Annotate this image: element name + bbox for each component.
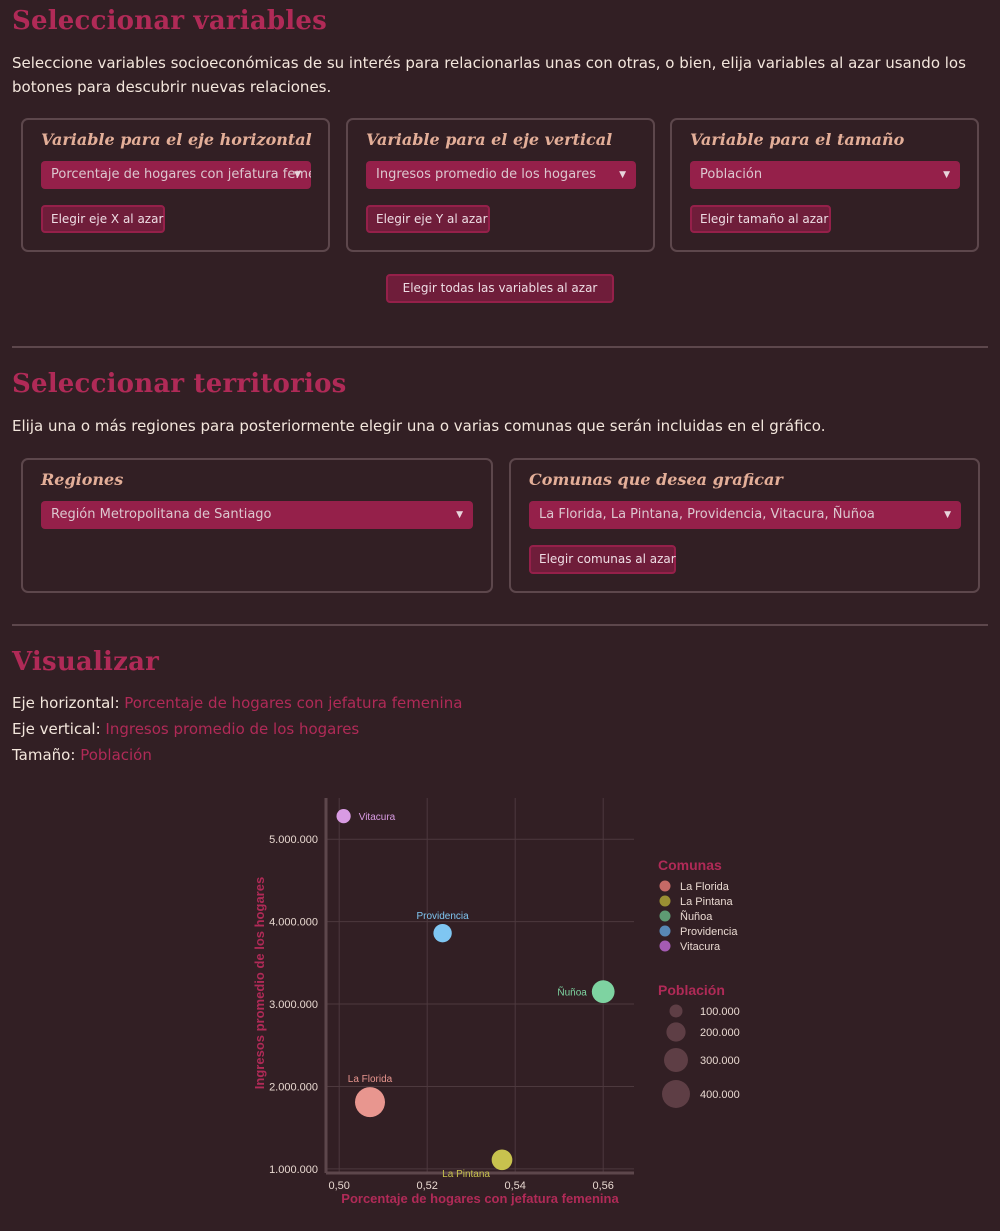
color-legend-title: Comunas [658,857,722,873]
y-tick-label: 2.000.000 [269,1081,318,1093]
size-summary: Tamaño: Población [12,746,152,764]
size-legend-swatch [662,1080,690,1108]
size-variable-label: Variable para el tamaño [690,130,905,149]
y-variable-value: Ingresos promedio de los hogares [376,167,596,182]
data-label: La Florida [348,1074,393,1085]
data-point [491,1149,513,1171]
data-label: Vitacura [359,812,396,823]
points-layer: La Florida La Pintana Ñuñoa Providencia Vita… [336,809,615,1180]
random-y-button[interactable]: Elegir eje Y al azar [366,205,490,233]
color-legend-swatch [659,940,671,952]
y-variable-panel: Variable para el eje vertical Ingresos p… [346,118,655,252]
random-size-button[interactable]: Elegir tamaño al azar [690,205,831,233]
comunas-select[interactable]: La Florida, La Pintana, Providencia, Vit… [529,501,961,529]
x-variable-value: Porcentaje de hogares con jefatura femen… [51,167,311,182]
data-point [355,1087,385,1118]
regions-label: Regiones [41,470,124,489]
size-variable-panel: Variable para el tamaño Población ▼ Eleg… [670,118,979,252]
comunas-value: La Florida, La Pintana, Providencia, Vit… [539,507,875,522]
data-label: Providencia [416,911,469,922]
section-title-territories: Seleccionar territorios [12,369,347,399]
x-variable-label: Variable para el eje horizontal [41,130,312,149]
size-legend-label: 200.000 [700,1027,740,1039]
size-legend-label: 400.000 [700,1089,740,1101]
divider [12,624,988,626]
y-axis-summary-value: Ingresos promedio de los hogares [105,720,360,738]
size-summary-value: Población [80,746,152,764]
regions-panel: Regiones Región Metropolitana de Santiag… [21,458,493,593]
size-legend-label: 300.000 [700,1055,740,1067]
x-axis-title: Porcentaje de hogares con jefatura femen… [341,1191,619,1206]
x-axis-summary-label: Eje horizontal: [12,694,120,712]
x-axis-summary: Eje horizontal: Porcentaje de hogares co… [12,694,462,712]
color-legend-swatch [659,880,671,892]
color-legend-label: Providencia [680,926,738,938]
color-legend-swatch [659,910,671,922]
size-legend-label: 100.000 [700,1006,740,1018]
color-legend-swatch [659,925,671,937]
y-axis-summary: Eje vertical: Ingresos promedio de los h… [12,720,359,738]
regions-select[interactable]: Región Metropolitana de Santiago ▼ [41,501,473,529]
color-legend-label: Vitacura [680,941,721,953]
size-legend-title: Población [658,982,725,998]
color-legend-label: La Florida [680,881,730,893]
data-point [591,980,615,1004]
random-all-variables-button[interactable]: Elegir todas las variables al azar [386,274,614,303]
size-variable-select[interactable]: Población ▼ [690,161,960,189]
size-variable-value: Población [700,167,763,182]
divider [12,346,988,348]
regions-value: Región Metropolitana de Santiago [51,507,272,522]
x-axis-summary-value: Porcentaje de hogares con jefatura femen… [124,694,463,712]
section-title-visualize: Visualizar [12,647,160,677]
comunas-panel: Comunas que desea graficar La Florida, L… [509,458,980,593]
random-comunas-button[interactable]: Elegir comunas al azar [529,545,676,574]
variables-description: Seleccione variables socioeconómicas de … [12,54,966,96]
chevron-down-icon: ▼ [944,510,951,520]
data-point [336,809,351,824]
y-variable-select[interactable]: Ingresos promedio de los hogares ▼ [366,161,636,189]
comunas-label: Comunas que desea graficar [529,470,783,489]
chevron-down-icon: ▼ [456,510,463,520]
color-legend-label: Ñuñoa [680,910,713,923]
size-legend-swatch [666,1022,686,1042]
random-x-button[interactable]: Elegir eje X al azar [41,205,165,233]
y-axis-title: Ingresos promedio de los hogares [252,877,267,1089]
y-tick-label: 1.000.000 [269,1164,318,1176]
size-summary-label: Tamaño: [12,746,76,764]
size-legend-swatch [669,1004,683,1018]
y-axis-summary-label: Eje vertical: [12,720,101,738]
size-legend-swatch [664,1048,688,1072]
color-legend-swatch [659,895,671,907]
legend-layer: Comunas La Florida La Pintana Ñuñoa Providen… [658,857,740,1108]
chevron-down-icon: ▼ [294,170,301,180]
y-tick-label: 4.000.000 [269,917,318,929]
x-variable-panel: Variable para el eje horizontal Porcenta… [21,118,330,252]
scatter-chart: 0,50 0,52 0,54 0,561.000.0002.000.0003.000.… [252,798,740,1206]
data-label: La Pintana [442,1169,490,1180]
color-legend-label: La Pintana [680,896,733,908]
chevron-down-icon: ▼ [943,170,950,180]
data-point [433,923,452,943]
y-tick-label: 3.000.000 [269,999,318,1011]
y-variable-label: Variable para el eje vertical [366,130,613,149]
y-tick-label: 5.000.000 [269,834,318,846]
data-label: Ñuñoa [557,986,587,999]
territories-description: Elija una o más regiones para posteriorm… [12,417,826,435]
section-title-variables: Seleccionar variables [12,6,327,36]
chevron-down-icon: ▼ [619,170,626,180]
x-variable-select[interactable]: Porcentaje de hogares con jefatura femen… [41,161,311,189]
